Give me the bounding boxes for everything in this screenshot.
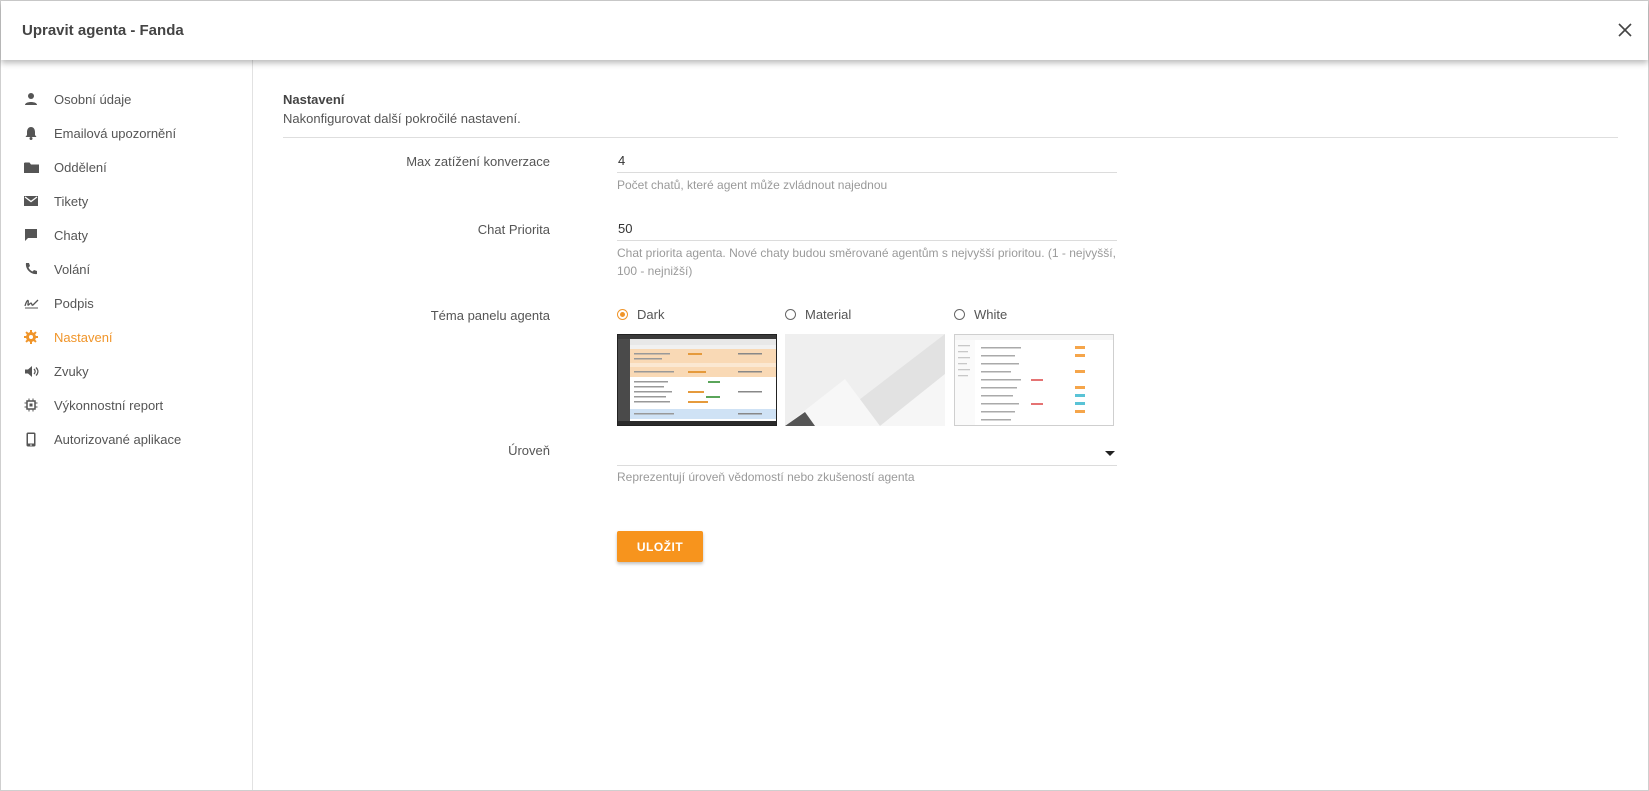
mail-icon	[23, 193, 39, 209]
sidebar-item-calls[interactable]: Volání	[1, 252, 252, 286]
save-button[interactable]: ULOŽIT	[617, 531, 703, 562]
sidebar-item-authorized-apps[interactable]: Autorizované aplikace	[1, 422, 252, 456]
level-label: Úroveň	[508, 443, 550, 458]
radio-circle	[785, 309, 796, 320]
signature-icon	[23, 295, 39, 311]
chat-priority-label: Chat Priorita	[477, 222, 550, 237]
person-icon	[23, 91, 39, 107]
theme-radio-dark[interactable]: Dark	[617, 307, 664, 322]
theme-label: Téma panelu agenta	[430, 308, 550, 323]
max-load-hint: Počet chatů, které agent může zvládnout …	[617, 178, 888, 192]
max-load-field: Počet chatů, které agent může zvládnout …	[617, 149, 1117, 194]
edit-agent-dialog: Upravit agenta - Fanda Osobní údaje Emai…	[0, 0, 1649, 791]
sidebar-item-personal[interactable]: Osobní údaje	[1, 82, 252, 116]
sidebar-item-label: Podpis	[54, 295, 94, 311]
level-hint: Reprezentují úroveň vědomostí nebo zkuše…	[617, 470, 915, 484]
theme-preview-material[interactable]	[785, 334, 945, 426]
sidebar-item-chats[interactable]: Chaty	[1, 218, 252, 252]
close-button[interactable]	[1614, 19, 1636, 41]
sidebar-nav: Osobní údaje Emailová upozornění Oddělen…	[1, 60, 253, 790]
chat-priority-hint: Chat priorita agenta. Nové chaty budou s…	[617, 246, 1116, 278]
theme-preview-dark[interactable]	[617, 334, 777, 426]
sidebar-item-label: Výkonnostní report	[54, 397, 164, 413]
sidebar-item-settings[interactable]: Nastavení	[1, 320, 252, 354]
radio-label: Material	[805, 307, 852, 322]
sidebar-item-label: Osobní údaje	[54, 91, 132, 107]
sidebar-item-tickets[interactable]: Tikety	[1, 184, 252, 218]
sidebar-item-sounds[interactable]: Zvuky	[1, 354, 252, 388]
sidebar-item-label: Emailová upozornění	[54, 125, 177, 141]
sidebar-item-label: Zvuky	[54, 363, 89, 379]
sidebar-item-departments[interactable]: Oddělení	[1, 150, 252, 184]
settings-panel: Nastavení Nakonfigurovat další pokročilé…	[283, 60, 1618, 790]
dialog-title: Upravit agenta - Fanda	[22, 22, 184, 39]
chat-icon	[23, 227, 39, 243]
theme-radio-material[interactable]: Material	[785, 307, 851, 322]
sidebar-item-label: Chaty	[54, 227, 88, 243]
radio-label: White	[974, 307, 1008, 322]
gear-icon	[23, 329, 39, 345]
speaker-icon	[23, 363, 39, 379]
radio-circle	[617, 309, 628, 320]
caret-down-icon	[1105, 451, 1115, 456]
phone-icon	[23, 261, 39, 277]
bell-icon	[23, 125, 39, 141]
dialog-header: Upravit agenta - Fanda	[1, 1, 1648, 60]
chat-priority-field: Chat priorita agenta. Nové chaty budou s…	[617, 217, 1117, 280]
level-select[interactable]	[617, 440, 1117, 466]
section-description: Nakonfigurovat další pokročilé nastavení…	[283, 111, 521, 126]
folder-icon	[23, 159, 39, 175]
section-divider	[283, 137, 1618, 138]
radio-label: Dark	[637, 307, 665, 322]
chat-priority-input[interactable]	[617, 217, 1117, 241]
sidebar-item-signature[interactable]: Podpis	[1, 286, 252, 320]
sidebar-item-label: Oddělení	[54, 159, 107, 175]
sidebar-item-performance-report[interactable]: Výkonnostní report	[1, 388, 252, 422]
max-load-label: Max zatížení konverzace	[406, 154, 550, 169]
radio-circle	[954, 309, 965, 320]
section-title: Nastavení	[283, 92, 345, 107]
sidebar-item-email-notifications[interactable]: Emailová upozornění	[1, 116, 252, 150]
chip-icon	[23, 397, 39, 413]
sidebar-item-label: Autorizované aplikace	[54, 431, 182, 447]
theme-radio-white[interactable]: White	[954, 307, 1007, 322]
mobile-icon	[23, 431, 39, 447]
max-load-input[interactable]	[617, 149, 1117, 173]
sidebar-item-label: Volání	[54, 261, 91, 277]
close-icon	[1618, 23, 1632, 37]
sidebar-item-label: Nastavení	[54, 329, 113, 345]
theme-radio-group: Dark Material White	[617, 301, 1117, 322]
sidebar-item-label: Tikety	[54, 193, 89, 209]
theme-preview-white[interactable]	[954, 334, 1114, 426]
